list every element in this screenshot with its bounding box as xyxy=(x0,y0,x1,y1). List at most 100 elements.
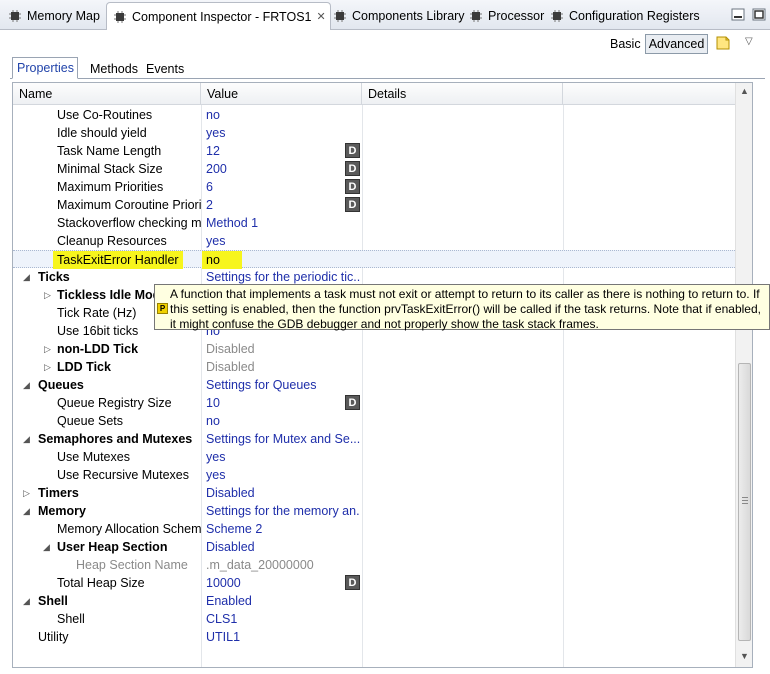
group-row[interactable]: ▷ Timers Disabled xyxy=(13,484,735,502)
tab-configuration-registers[interactable]: Configuration Registers xyxy=(544,3,700,29)
scroll-up-icon[interactable]: ▲ xyxy=(740,86,749,96)
property-value[interactable]: 10000 xyxy=(206,574,360,592)
tab-label: Memory Map xyxy=(27,9,100,23)
property-icon: P xyxy=(157,303,168,314)
group-row[interactable]: ▷ non-LDD Tick Disabled xyxy=(13,340,735,358)
expand-arrow-icon[interactable]: ▷ xyxy=(44,358,51,376)
minimize-icon[interactable] xyxy=(730,6,747,23)
property-row[interactable]: Shell CLS1 xyxy=(13,610,735,628)
property-value[interactable]: Settings for the memory an... xyxy=(206,502,360,520)
property-row[interactable]: Queue Registry Size 10 D xyxy=(13,394,735,412)
collapse-arrow-icon[interactable]: ◢ xyxy=(23,268,30,286)
property-row[interactable]: Memory Allocation Scheme Scheme 2 xyxy=(13,520,735,538)
property-value[interactable]: Scheme 2 xyxy=(206,520,360,538)
property-name: Total Heap Size xyxy=(57,576,145,590)
property-row[interactable]: Use Mutexes yes xyxy=(13,448,735,466)
tab-methods[interactable]: Methods xyxy=(86,58,142,79)
group-row[interactable]: ◢ Memory Settings for the memory an... xyxy=(13,502,735,520)
group-name: Semaphores and Mutexes xyxy=(38,432,193,446)
property-value[interactable]: Settings for Mutex and Se... xyxy=(206,430,360,448)
property-row[interactable]: Cleanup Resources yes xyxy=(13,232,735,250)
property-value[interactable]: 6 xyxy=(206,178,360,196)
property-row[interactable]: Total Heap Size 10000 D xyxy=(13,574,735,592)
tab-components-library[interactable]: Components Library xyxy=(327,3,465,29)
property-value[interactable]: Method 1 xyxy=(206,214,360,232)
details-button[interactable]: D xyxy=(345,143,360,158)
property-value[interactable]: Disabled xyxy=(206,358,360,376)
property-value[interactable]: no xyxy=(206,412,360,430)
property-value[interactable]: 10 xyxy=(206,394,360,412)
property-value[interactable]: 200 xyxy=(206,160,360,178)
view-menu-icon[interactable]: ▽ xyxy=(745,36,753,47)
property-value[interactable]: no xyxy=(202,251,242,269)
property-row[interactable]: Use Recursive Mutexes yes xyxy=(13,466,735,484)
scroll-thumb[interactable] xyxy=(738,363,751,641)
property-value[interactable]: 2 xyxy=(206,196,360,214)
property-value[interactable]: 12 xyxy=(206,142,360,160)
advanced-mode-button[interactable]: Advanced xyxy=(645,34,708,54)
vertical-scrollbar[interactable]: ▲ ▼ xyxy=(735,83,752,667)
collapse-arrow-icon[interactable]: ◢ xyxy=(23,376,30,394)
column-header-details[interactable]: Details xyxy=(362,83,563,105)
expand-arrow-icon[interactable]: ▷ xyxy=(44,340,51,358)
property-name: Task Name Length xyxy=(57,144,162,158)
property-value[interactable]: .m_data_20000000 xyxy=(206,556,360,574)
property-row[interactable]: Minimal Stack Size 200 D xyxy=(13,160,735,178)
property-value[interactable]: CLS1 xyxy=(206,610,360,628)
property-row[interactable]: Stackoverflow checking me Method 1 xyxy=(13,214,735,232)
property-row[interactable]: Use Co-Routines no xyxy=(13,106,735,124)
column-header-value[interactable]: Value xyxy=(201,83,362,105)
chip-icon xyxy=(112,9,128,25)
details-button[interactable]: D xyxy=(345,575,360,590)
property-name: Maximum Priorities xyxy=(57,180,164,194)
group-row[interactable]: ◢ Queues Settings for Queues xyxy=(13,376,735,394)
property-value[interactable]: Disabled xyxy=(206,538,360,556)
property-name: Use 16bit ticks xyxy=(57,324,139,338)
details-button[interactable]: D xyxy=(345,395,360,410)
scroll-down-icon[interactable]: ▼ xyxy=(740,651,749,661)
property-row[interactable]: Task Name Length 12 D xyxy=(13,142,735,160)
group-row[interactable]: ▷ LDD Tick Disabled xyxy=(13,358,735,376)
property-row[interactable]: Maximum Priorities 6 D xyxy=(13,178,735,196)
group-row[interactable]: ◢ User Heap Section Disabled xyxy=(13,538,735,556)
collapse-arrow-icon[interactable]: ◢ xyxy=(23,430,30,448)
property-row[interactable]: Queue Sets no xyxy=(13,412,735,430)
property-value[interactable]: yes xyxy=(206,466,360,484)
property-grid: Name Value Details Use Co-Routines no Id… xyxy=(12,82,753,668)
group-row[interactable]: ◢ Semaphores and Mutexes Settings for Mu… xyxy=(13,430,735,448)
property-row[interactable]: Heap Section Name .m_data_20000000 xyxy=(13,556,735,574)
close-icon[interactable]: ✕ xyxy=(316,10,325,23)
property-row[interactable]: Idle should yield yes xyxy=(13,124,735,142)
property-value[interactable]: yes xyxy=(206,448,360,466)
property-row[interactable]: Utility UTIL1 xyxy=(13,628,735,646)
property-value[interactable]: Disabled xyxy=(206,340,360,358)
property-value[interactable]: no xyxy=(206,106,360,124)
details-button[interactable]: D xyxy=(345,197,360,212)
details-button[interactable]: D xyxy=(345,161,360,176)
property-row[interactable]: Maximum Coroutine Priorit 2 D xyxy=(13,196,735,214)
maximize-icon[interactable] xyxy=(751,6,768,23)
tab-processor[interactable]: Processor xyxy=(463,3,544,29)
property-value[interactable]: yes xyxy=(206,232,360,250)
tab-events[interactable]: Events xyxy=(142,58,188,79)
details-button[interactable]: D xyxy=(345,179,360,194)
property-value[interactable]: Settings for Queues xyxy=(206,376,360,394)
property-value[interactable]: UTIL1 xyxy=(206,628,360,646)
property-tooltip: P A function that implements a task must… xyxy=(154,284,770,331)
note-icon[interactable] xyxy=(715,35,731,51)
tab-component-inspector[interactable]: Component Inspector - FRTOS1 ✕ xyxy=(106,2,331,30)
tab-memory-map[interactable]: Memory Map xyxy=(2,3,100,29)
collapse-arrow-icon[interactable]: ◢ xyxy=(43,538,50,556)
tab-properties[interactable]: Properties xyxy=(12,57,78,79)
property-value[interactable]: yes xyxy=(206,124,360,142)
property-value[interactable]: Disabled xyxy=(206,484,360,502)
basic-mode-button[interactable]: Basic xyxy=(610,37,641,51)
group-row[interactable]: ◢ Shell Enabled xyxy=(13,592,735,610)
collapse-arrow-icon[interactable]: ◢ xyxy=(23,592,30,610)
collapse-arrow-icon[interactable]: ◢ xyxy=(23,502,30,520)
expand-arrow-icon[interactable]: ▷ xyxy=(23,484,30,502)
column-header-name[interactable]: Name xyxy=(13,83,201,105)
property-value[interactable]: Enabled xyxy=(206,592,360,610)
property-row-selected[interactable]: TaskExitError Handler no xyxy=(13,250,735,269)
expand-arrow-icon[interactable]: ▷ xyxy=(44,286,51,304)
